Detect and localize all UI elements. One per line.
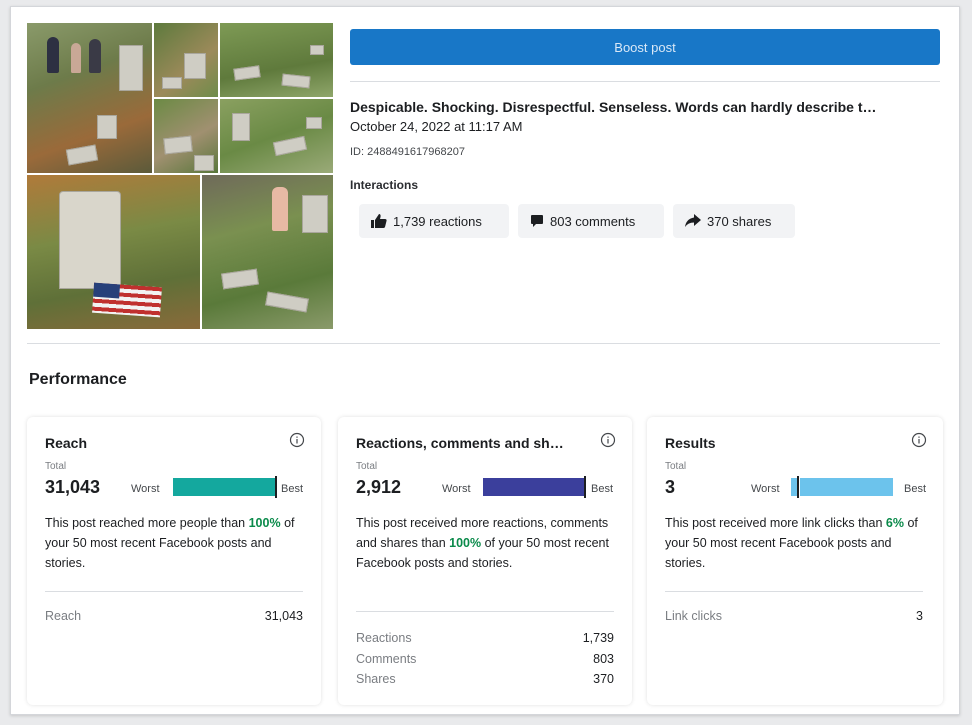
best-label: Best — [904, 483, 927, 495]
comparison-bar — [173, 476, 277, 498]
best-label: Best — [591, 483, 614, 495]
boost-post-button[interactable]: Boost post — [350, 29, 940, 65]
photo-tile — [27, 175, 200, 329]
info-icon[interactable] — [911, 432, 927, 448]
reactions-comments-shares-card: Reactions, comments and sh… Total 2,912 … — [338, 417, 632, 705]
percentile-value: 6% — [885, 516, 904, 530]
photo-tile — [220, 99, 333, 173]
reactions-count: 1,739 reactions — [393, 213, 482, 229]
total-value: 2,912 — [356, 477, 402, 497]
comparison-bar-marker — [584, 476, 586, 498]
post-title[interactable]: Despicable. Shocking. Disrespectful. Sen… — [350, 99, 942, 115]
comparison-bar — [791, 476, 893, 498]
share-arrow-icon — [685, 214, 701, 227]
shares-chip[interactable]: 370 shares — [673, 204, 795, 238]
metric-label: Reach — [45, 609, 82, 623]
thumbs-up-icon — [371, 214, 387, 228]
total-label: Total — [45, 461, 67, 472]
divider — [350, 81, 940, 82]
comments-chip[interactable]: 803 comments — [518, 204, 664, 238]
photo-tile — [220, 23, 333, 97]
card-description: This post received more link clicks than… — [665, 513, 920, 573]
metric-label: Shares — [356, 672, 396, 686]
divider — [356, 611, 614, 612]
metric-row: Link clicks 3 — [665, 609, 923, 623]
comment-icon — [531, 215, 543, 227]
worst-label: Worst — [442, 483, 471, 495]
metric-value: 370 — [593, 672, 614, 686]
metric-label: Comments — [356, 652, 417, 666]
divider — [665, 591, 923, 592]
comments-count: 803 comments — [550, 213, 636, 229]
reactions-chip[interactable]: 1,739 reactions — [359, 204, 509, 238]
post-id: ID: 2488491617968207 — [350, 146, 465, 158]
card-title: Reach — [45, 435, 88, 451]
metric-label: Link clicks — [665, 609, 722, 623]
info-icon[interactable] — [600, 432, 616, 448]
card-description: This post received more reactions, comme… — [356, 513, 611, 573]
worst-label: Worst — [131, 483, 160, 495]
metric-row: Comments 803 — [356, 652, 614, 666]
comparison-bar-fill — [800, 478, 893, 496]
total-value: 3 — [665, 477, 676, 497]
total-value: 31,043 — [45, 477, 101, 497]
divider — [27, 343, 940, 344]
card-description: This post reached more people than 100% … — [45, 513, 300, 573]
metric-row: Reach 31,043 — [45, 609, 303, 623]
total-label: Total — [356, 461, 378, 472]
post-insights-panel: Boost post Despicable. Shocking. Disresp… — [10, 6, 960, 715]
description-text: This post reached more people than — [45, 516, 249, 530]
shares-count: 370 shares — [707, 213, 772, 229]
metric-value: 3 — [916, 609, 923, 623]
metric-row: Reactions 1,739 — [356, 631, 614, 645]
post-date: October 24, 2022 at 11:17 AM — [350, 119, 523, 134]
photo-tile — [154, 99, 218, 173]
metric-value: 31,043 — [264, 609, 303, 623]
metric-label: Reactions — [356, 631, 412, 645]
metric-value: 1,739 — [582, 631, 614, 645]
comparison-bar-marker — [797, 476, 799, 498]
interactions-heading: Interactions — [350, 178, 419, 192]
info-icon[interactable] — [289, 432, 305, 448]
percentile-value: 100% — [449, 536, 482, 550]
best-label: Best — [281, 483, 304, 495]
description-text: This post received more link clicks than — [665, 516, 886, 530]
card-title: Results — [665, 435, 716, 451]
results-card: Results Total 3 Worst Best This post rec… — [647, 417, 943, 705]
comparison-bar-fill — [173, 478, 276, 496]
reach-card: Reach Total 31,043 Worst Best This post … — [27, 417, 321, 705]
photo-tile — [202, 175, 333, 329]
photo-tile — [27, 23, 152, 173]
comparison-bar-marker — [275, 476, 277, 498]
divider — [45, 591, 303, 592]
metric-value: 803 — [593, 652, 614, 666]
comparison-bar — [483, 476, 586, 498]
card-title: Reactions, comments and sh… — [356, 435, 564, 451]
photo-tile — [154, 23, 218, 97]
post-photo-collage[interactable] — [27, 23, 333, 329]
total-label: Total — [665, 461, 687, 472]
worst-label: Worst — [751, 483, 780, 495]
performance-heading: Performance — [29, 371, 127, 388]
comparison-bar-fill — [483, 478, 585, 496]
percentile-value: 100% — [248, 516, 281, 530]
metric-row: Shares 370 — [356, 672, 614, 686]
